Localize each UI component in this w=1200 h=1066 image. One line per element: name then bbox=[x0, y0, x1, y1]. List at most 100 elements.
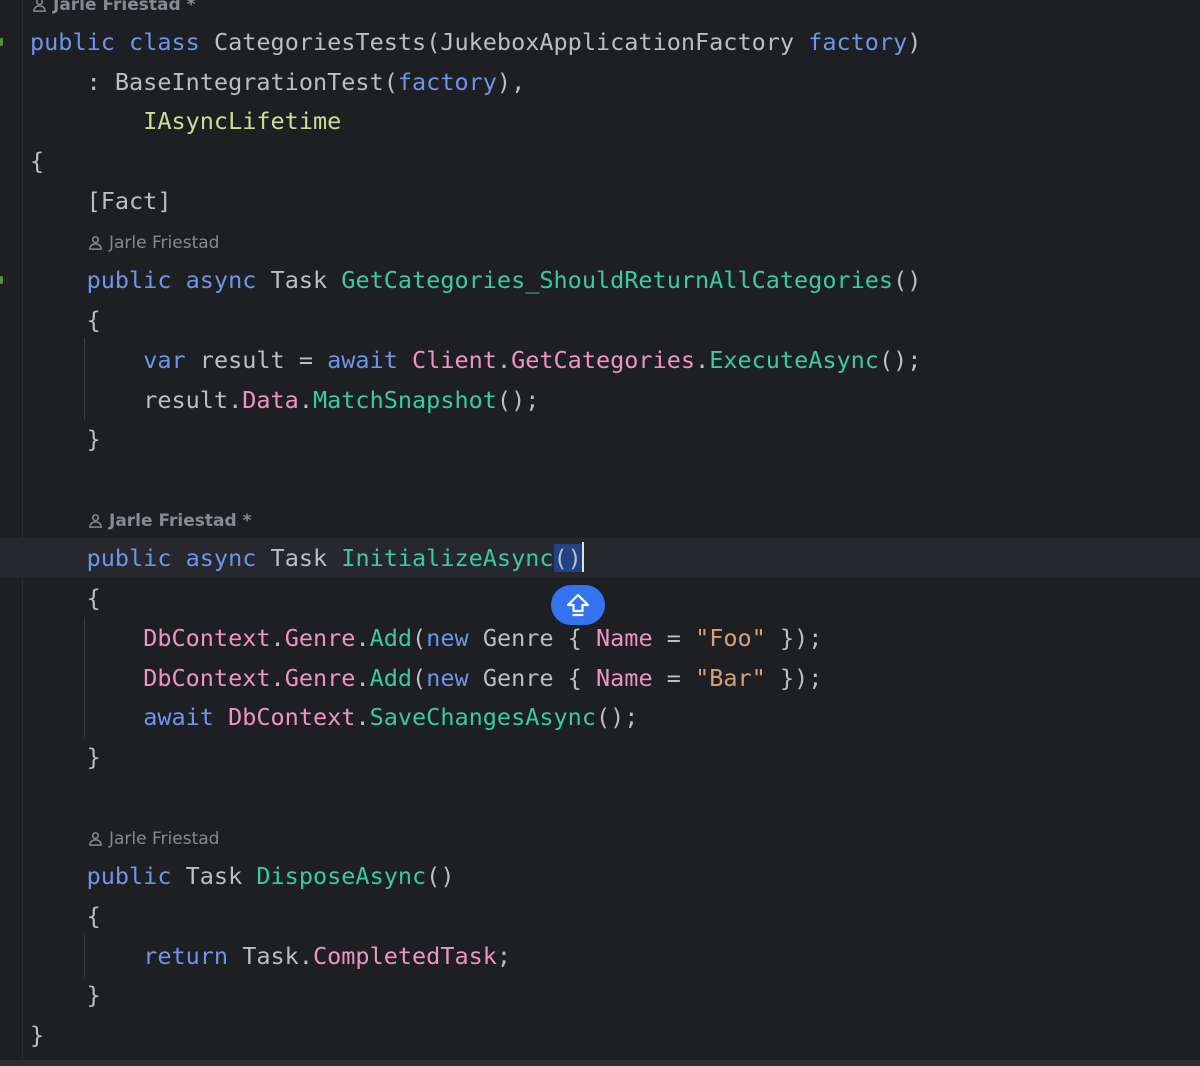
code-line[interactable]: } bbox=[0, 737, 1200, 777]
punctuation: ( bbox=[412, 624, 427, 652]
punctuation: : bbox=[86, 68, 115, 96]
variable: result bbox=[143, 386, 229, 414]
method-name: DisposeAsync bbox=[256, 862, 427, 890]
attribute: [Fact] bbox=[86, 187, 172, 215]
move-up-icon bbox=[566, 593, 590, 617]
type-name: Genre bbox=[482, 624, 554, 652]
punctuation: { bbox=[553, 624, 597, 652]
punctuation: . bbox=[355, 703, 370, 731]
brace: } bbox=[86, 425, 101, 453]
member: Name bbox=[596, 664, 653, 692]
member: GetCategories bbox=[511, 346, 696, 374]
punctuation: (); bbox=[496, 386, 540, 414]
author-name: Jarle Friestad bbox=[109, 233, 220, 253]
member: Name bbox=[596, 624, 653, 652]
brace: { bbox=[86, 584, 101, 612]
brace: { bbox=[86, 902, 101, 930]
method-name: SaveChangesAsync bbox=[369, 703, 596, 731]
brace: { bbox=[30, 147, 45, 175]
operator: = bbox=[284, 346, 328, 374]
variable: result bbox=[199, 346, 285, 374]
code-line[interactable]: public async Task GetCategories_ShouldRe… bbox=[0, 260, 1200, 300]
type-name: Genre bbox=[482, 664, 554, 692]
author-hint[interactable]: Jarle Friestad * bbox=[88, 510, 252, 532]
keyword: new bbox=[426, 624, 469, 652]
punctuation: . bbox=[695, 346, 710, 374]
author-name: Jarle Friestad bbox=[109, 829, 220, 849]
punctuation: . bbox=[298, 942, 313, 970]
punctuation: . bbox=[270, 664, 285, 692]
move-up-button[interactable] bbox=[551, 585, 605, 625]
code-line[interactable]: [Fact] bbox=[0, 181, 1200, 221]
code-editor[interactable]: Jarle Friestad * public class CategoriesT… bbox=[0, 0, 1200, 1066]
punctuation: () bbox=[893, 266, 922, 294]
punctuation: ) bbox=[907, 28, 922, 56]
punctuation: { bbox=[553, 664, 597, 692]
class-name: CategoriesTests bbox=[213, 28, 427, 56]
brace: } bbox=[86, 981, 101, 1009]
keyword: return bbox=[143, 942, 229, 970]
author-hint[interactable]: Jarle Friestad * bbox=[32, 0, 196, 16]
code-line[interactable]: public Task DisposeAsync() bbox=[0, 856, 1200, 896]
keyword: new bbox=[426, 664, 469, 692]
punctuation: ), bbox=[496, 68, 526, 96]
code-line[interactable]: } bbox=[0, 1015, 1200, 1055]
type-name: Task bbox=[185, 862, 243, 890]
member: DbContext bbox=[143, 624, 271, 652]
type-name: Task bbox=[270, 266, 328, 294]
code-line[interactable]: public class CategoriesTests(JukeboxAppl… bbox=[0, 22, 1200, 62]
method-name: InitializeAsync bbox=[341, 544, 554, 572]
type-name: Task bbox=[270, 544, 328, 572]
member: Data bbox=[242, 386, 299, 414]
operator: = bbox=[652, 624, 696, 652]
keyword: public bbox=[86, 266, 172, 294]
punctuation: ( bbox=[383, 68, 398, 96]
punctuation: . bbox=[298, 386, 313, 414]
text-caret bbox=[581, 542, 584, 572]
keyword: class bbox=[129, 28, 200, 56]
punctuation: (); bbox=[595, 703, 639, 731]
code-line[interactable]: await DbContext.SaveChangesAsync(); bbox=[0, 697, 1200, 737]
punctuation: . bbox=[228, 386, 243, 414]
code-line[interactable]: DbContext.Genre.Add(new Genre { Name = "… bbox=[0, 618, 1200, 658]
code-line[interactable]: DbContext.Genre.Add(new Genre { Name = "… bbox=[0, 658, 1200, 698]
horizontal-scrollbar[interactable] bbox=[0, 1060, 1200, 1066]
member: Genre bbox=[284, 624, 356, 652]
code-line[interactable]: var result = await Client.GetCategories.… bbox=[0, 340, 1200, 380]
parameter: factory bbox=[808, 28, 908, 56]
keyword: async bbox=[185, 544, 257, 572]
brace: } bbox=[86, 743, 101, 771]
code-line[interactable]: } bbox=[0, 419, 1200, 459]
selected-parens: () bbox=[553, 544, 582, 572]
string-literal: "Foo" bbox=[695, 624, 766, 652]
author-name: Jarle Friestad bbox=[109, 511, 237, 531]
punctuation: . bbox=[355, 664, 370, 692]
keyword: async bbox=[185, 266, 257, 294]
punctuation: ( bbox=[412, 664, 427, 692]
code-line[interactable]: { bbox=[0, 896, 1200, 936]
code-line[interactable]: } bbox=[0, 975, 1200, 1015]
author-hint[interactable]: Jarle Friestad bbox=[88, 828, 219, 850]
method-name: ExecuteAsync bbox=[709, 346, 879, 374]
code-line[interactable]: { bbox=[0, 141, 1200, 181]
punctuation: (); bbox=[878, 346, 922, 374]
person-icon bbox=[89, 514, 102, 528]
person-icon bbox=[89, 236, 102, 250]
string-literal: "Bar" bbox=[695, 664, 766, 692]
code-line[interactable]: result.Data.MatchSnapshot(); bbox=[0, 380, 1200, 420]
code-line[interactable]: : BaseIntegrationTest(factory), bbox=[0, 62, 1200, 102]
code-line[interactable]: IAsyncLifetime bbox=[0, 101, 1200, 141]
member: DbContext bbox=[143, 664, 271, 692]
punctuation: . bbox=[270, 624, 285, 652]
author-hint[interactable]: Jarle Friestad bbox=[88, 232, 219, 254]
code-line[interactable]: { bbox=[0, 300, 1200, 340]
code-line-current[interactable]: public async Task InitializeAsync() bbox=[0, 538, 1200, 578]
method-name: GetCategories_ShouldReturnAllCategories bbox=[341, 266, 894, 294]
brace: } bbox=[30, 1021, 45, 1049]
punctuation: ; bbox=[496, 942, 512, 970]
method-name: Add bbox=[369, 624, 413, 652]
keyword: await bbox=[327, 346, 398, 374]
keyword: public bbox=[86, 862, 172, 890]
code-line[interactable]: return Task.CompletedTask; bbox=[0, 936, 1200, 976]
punctuation: () bbox=[426, 862, 455, 890]
